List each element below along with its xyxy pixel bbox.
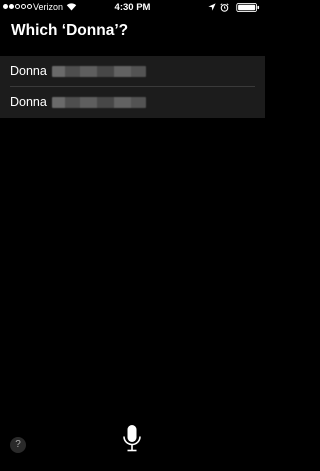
contact-last-name-pixelated (52, 66, 146, 77)
contact-result-row[interactable]: Donna (0, 87, 265, 117)
contact-results-list: Donna Donna (0, 56, 265, 118)
contact-last-name-pixelated (52, 97, 146, 108)
contact-first-name: Donna (10, 95, 47, 109)
location-arrow-icon (208, 3, 216, 11)
battery-icon (236, 3, 260, 12)
help-button[interactable]: ? (10, 437, 26, 453)
contact-first-name: Donna (10, 64, 47, 78)
siri-question-title: Which ‘Donna’? (11, 22, 129, 39)
alarm-clock-icon (220, 3, 229, 12)
status-bar: Verizon 4:30 PM (0, 0, 265, 14)
contact-result-row[interactable]: Donna (0, 56, 265, 86)
microphone-icon[interactable] (121, 424, 143, 456)
